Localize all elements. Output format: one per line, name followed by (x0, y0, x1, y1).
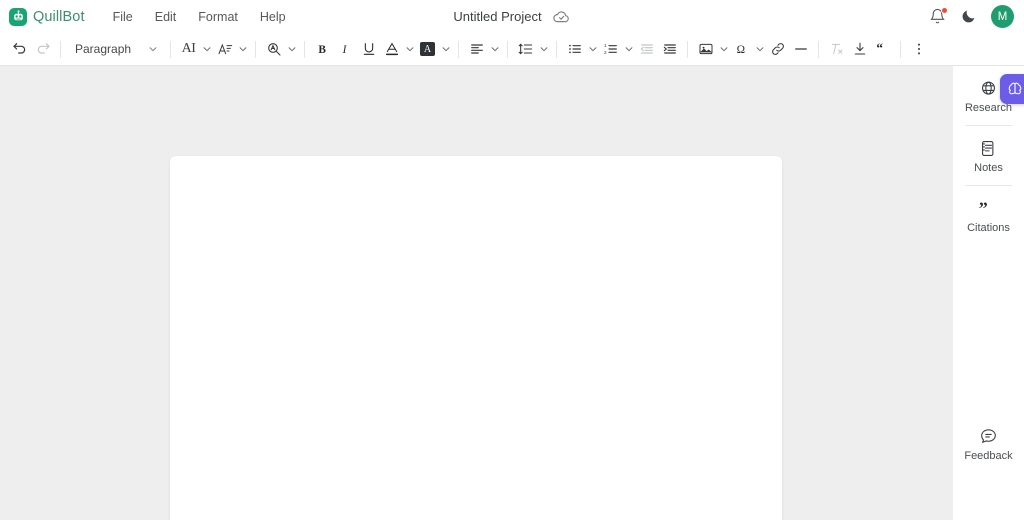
notifications-button[interactable] (929, 8, 946, 25)
editor-body: Paraphrase Summarize (0, 66, 1024, 520)
highlight-chevron-down-icon[interactable] (439, 44, 452, 54)
formatting-toolbar: Paragraph AI (0, 33, 1024, 66)
highlight-button[interactable]: A (416, 38, 439, 61)
italic-button[interactable]: I (334, 38, 357, 61)
numbered-list-chevron-down-icon[interactable] (622, 44, 635, 54)
notification-badge-dot (941, 7, 948, 14)
menu-list: File Edit Format Help (111, 7, 288, 27)
paragraph-style-select[interactable]: Paragraph (67, 37, 164, 61)
bulleted-list-chevron-down-icon[interactable] (586, 44, 599, 54)
highlight-swatch: A (420, 42, 435, 56)
menu-bar: QuillBot File Edit Format Help Untitled … (0, 0, 1024, 33)
toolbar-divider (170, 41, 171, 58)
special-character-chevron-down-icon[interactable] (753, 44, 766, 54)
line-spacing-button[interactable] (514, 38, 537, 61)
svg-text:”: ” (978, 199, 987, 218)
redo-button[interactable] (31, 38, 54, 61)
chevron-down-icon (148, 44, 158, 54)
quillbot-logo-icon (9, 8, 27, 26)
paragraph-style-value: Paragraph (75, 42, 131, 56)
notes-icon (979, 139, 998, 158)
toolbar-divider (458, 41, 459, 58)
blockquote-button[interactable]: “ (871, 38, 894, 61)
align-button[interactable] (465, 38, 488, 61)
ai-label: AI (182, 41, 196, 57)
special-character-button[interactable]: Ω (730, 38, 753, 61)
toolbar-divider (60, 41, 61, 58)
find-chevron-down-icon[interactable] (285, 44, 298, 54)
font-size-chevron-down-icon[interactable] (236, 44, 249, 54)
menu-format[interactable]: Format (196, 7, 240, 27)
quillbot-editor-app: QuillBot File Edit Format Help Untitled … (0, 0, 1024, 520)
toolbar-divider (900, 41, 901, 58)
align-chevron-down-icon[interactable] (488, 44, 501, 54)
ai-writer-button[interactable]: AI (177, 38, 200, 61)
toolbar-divider (687, 41, 688, 58)
top-right-actions: M (929, 0, 1014, 33)
menu-file[interactable]: File (111, 7, 135, 27)
toolbar-divider (818, 41, 819, 58)
font-size-button[interactable] (213, 38, 236, 61)
numbered-list-button[interactable]: 1 2 (599, 38, 622, 61)
horizontal-rule-button[interactable] (789, 38, 812, 61)
brain-icon[interactable] (1000, 74, 1024, 104)
insert-image-button[interactable] (694, 38, 717, 61)
svg-text:B: B (318, 44, 326, 56)
avatar[interactable]: M (991, 5, 1014, 28)
right-sidebar: Research No (953, 66, 1024, 520)
rail-label-citations: Citations (967, 223, 1010, 234)
rail-label-feedback: Feedback (964, 451, 1012, 462)
brand-logo[interactable]: QuillBot (9, 8, 85, 26)
dark-mode-toggle[interactable] (960, 8, 977, 25)
cloud-check-icon (552, 7, 571, 26)
clear-formatting-button[interactable] (825, 38, 848, 61)
menu-edit[interactable]: Edit (153, 7, 179, 27)
increase-indent-button[interactable] (658, 38, 681, 61)
line-spacing-chevron-down-icon[interactable] (537, 44, 550, 54)
brand-name: QuillBot (33, 9, 85, 25)
editor-canvas: Paraphrase Summarize (0, 66, 953, 520)
svg-text:“: “ (876, 41, 883, 55)
document-page[interactable] (170, 156, 782, 520)
insert-link-button[interactable] (766, 38, 789, 61)
toolbar-divider (556, 41, 557, 58)
text-color-button[interactable] (380, 38, 403, 61)
download-button[interactable] (848, 38, 871, 61)
more-options-button[interactable] (907, 38, 930, 61)
svg-text:2: 2 (604, 50, 607, 55)
page-title[interactable]: Untitled Project (453, 9, 541, 24)
globe-icon (979, 79, 998, 98)
find-replace-button[interactable] (262, 38, 285, 61)
decrease-indent-button[interactable] (635, 38, 658, 61)
toolbar-divider (507, 41, 508, 58)
toolbar-divider (255, 41, 256, 58)
undo-button[interactable] (8, 38, 31, 61)
rail-item-citations[interactable]: ” Citations (953, 186, 1024, 245)
quote-99-icon: ” (977, 199, 1001, 218)
bold-button[interactable]: B (311, 38, 334, 61)
rail-label-research: Research (965, 103, 1012, 114)
rail-item-research[interactable]: Research (953, 66, 1024, 125)
svg-text:1: 1 (604, 43, 607, 48)
svg-text:Ω: Ω (736, 44, 744, 56)
rail-item-feedback[interactable]: Feedback (953, 414, 1024, 520)
insert-image-chevron-down-icon[interactable] (717, 44, 730, 54)
bulleted-list-button[interactable] (563, 38, 586, 61)
svg-text:I: I (341, 44, 347, 56)
ai-chevron-down-icon[interactable] (200, 44, 213, 54)
text-color-chevron-down-icon[interactable] (403, 44, 416, 54)
rail-label-notes: Notes (974, 163, 1003, 174)
toolbar-divider (304, 41, 305, 58)
underline-button[interactable] (357, 38, 380, 61)
rail-item-notes[interactable]: Notes (953, 126, 1024, 185)
menu-help[interactable]: Help (258, 7, 288, 27)
chat-bubble-icon (979, 427, 998, 446)
